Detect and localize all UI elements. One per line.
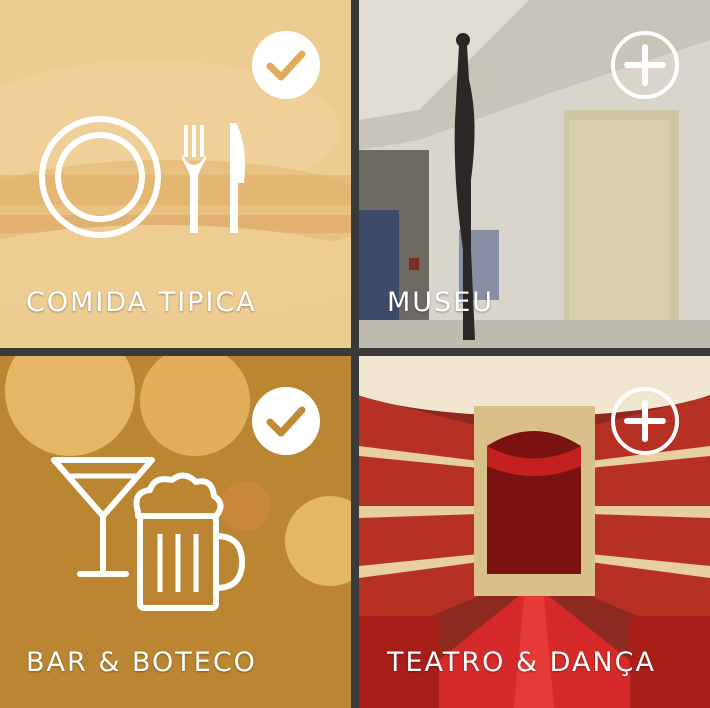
tile-label: TEATRO & DANÇA bbox=[387, 647, 656, 678]
cocktail-beer-icon bbox=[50, 454, 245, 614]
tile-comida-tipica[interactable]: COMIDA TIPICA bbox=[0, 0, 351, 348]
tile-museu[interactable]: MUSEU bbox=[359, 0, 710, 348]
tile-bar-boteco[interactable]: BAR & BOTECO bbox=[0, 356, 351, 708]
tile-label: COMIDA TIPICA bbox=[26, 287, 257, 318]
tile-teatro-danca[interactable]: TEATRO & DANÇA bbox=[359, 356, 710, 708]
tile-label: MUSEU bbox=[387, 287, 495, 318]
selected-check-icon[interactable] bbox=[251, 386, 321, 456]
add-plus-icon[interactable] bbox=[610, 30, 680, 100]
selected-check-icon[interactable] bbox=[251, 30, 321, 100]
plate-cutlery-icon bbox=[38, 115, 253, 240]
add-plus-icon[interactable] bbox=[610, 386, 680, 456]
category-grid: COMIDA TIPICA MUSEU BAR & BOTECO TEATRO … bbox=[0, 0, 710, 708]
tile-label: BAR & BOTECO bbox=[26, 647, 257, 678]
